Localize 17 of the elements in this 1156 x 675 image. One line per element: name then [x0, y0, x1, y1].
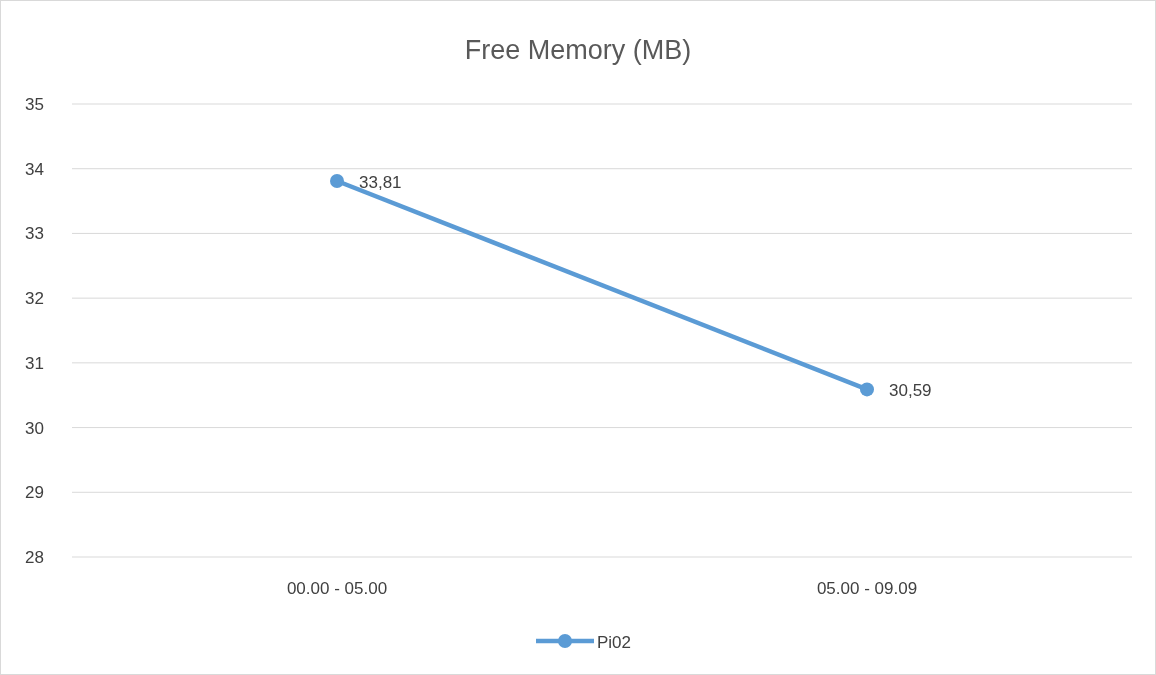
y-tick-label: 35 — [25, 95, 44, 114]
y-tick-label: 28 — [25, 548, 44, 567]
y-tick-label: 34 — [25, 159, 44, 179]
x-tick-label: 00.00 - 05.00 — [286, 579, 388, 598]
legend-line-marker-icon — [536, 634, 594, 648]
y-tick-label: 30 — [25, 418, 44, 438]
x-tick-label: 05.00 - 09.09 — [816, 579, 918, 598]
y-tick-label: 29 — [25, 483, 44, 503]
data-label: 30,59 — [889, 381, 932, 401]
data-point — [330, 174, 344, 188]
y-tick-label: 33 — [25, 224, 44, 244]
chart-title: Free Memory (MB) — [464, 35, 692, 65]
y-tick-label: 32 — [25, 289, 44, 309]
legend-label: Pi02 — [597, 633, 632, 652]
y-tick-label: 31 — [25, 353, 44, 373]
data-point — [860, 382, 874, 397]
data-label: 33,81 — [359, 173, 402, 192]
